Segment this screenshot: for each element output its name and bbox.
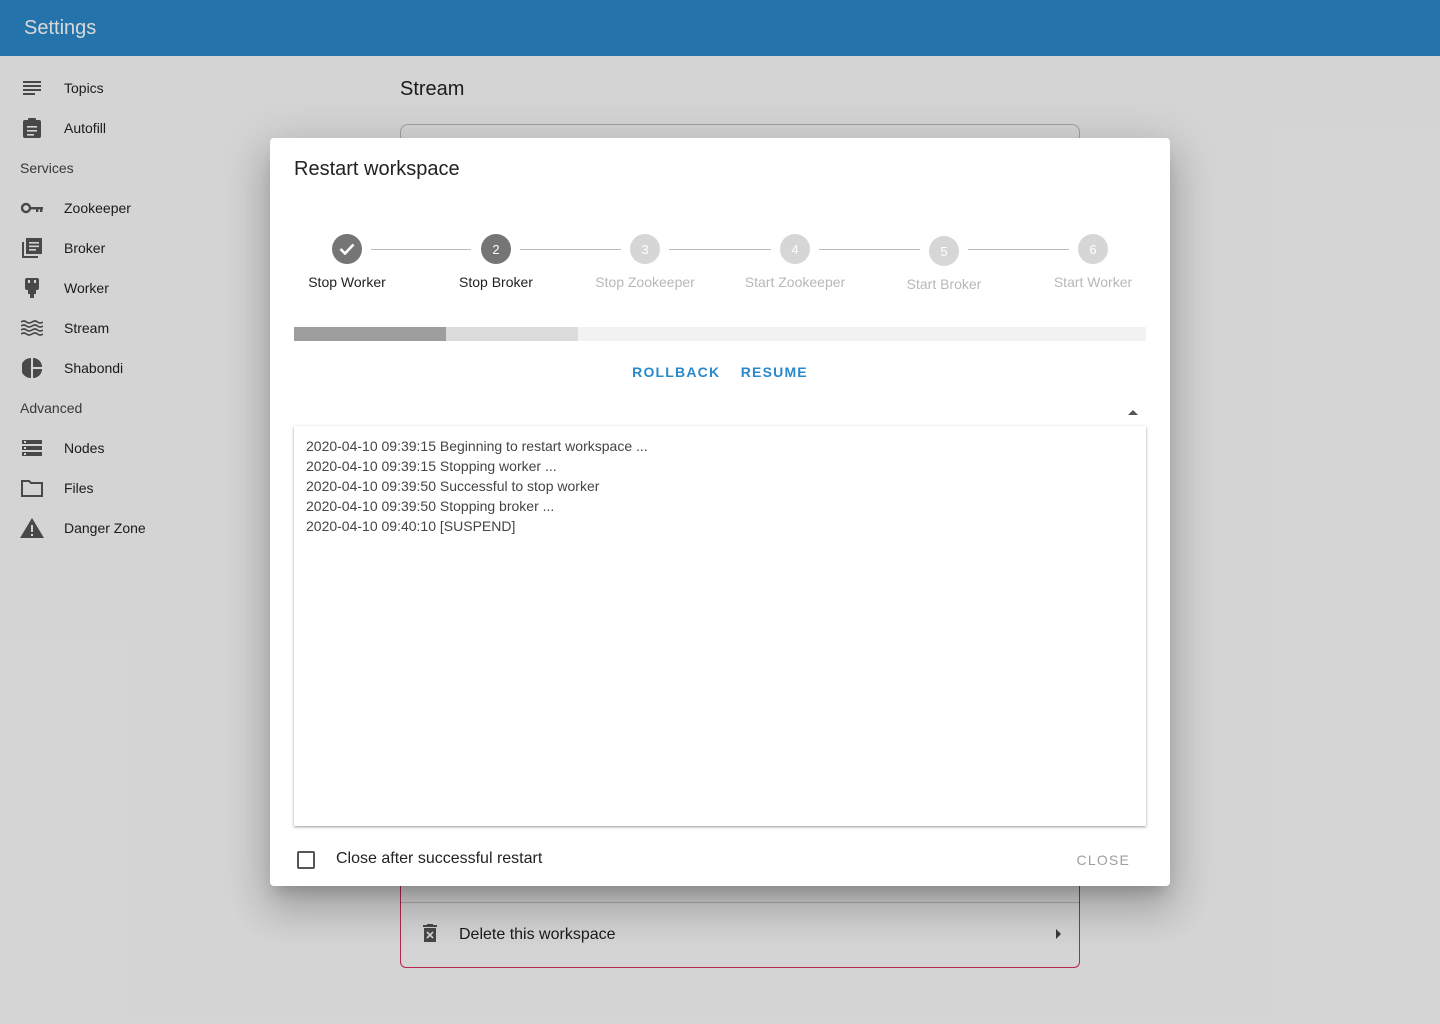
step-start-worker: 6 Start Worker: [1033, 234, 1153, 292]
log-line: 2020-04-10 09:40:10 [SUSPEND]: [306, 518, 516, 534]
log-panel: 2020-04-10 09:39:15 Beginning to restart…: [294, 426, 1146, 826]
step-number: 2: [481, 234, 511, 264]
check-icon: [332, 234, 362, 264]
step-label: Start Broker: [906, 276, 982, 292]
log-line: 2020-04-10 09:39:15 Beginning to restart…: [306, 438, 648, 454]
step-stop-worker: Stop Worker: [287, 234, 407, 292]
step-label: Stop Worker: [308, 274, 386, 290]
step-number: 6: [1078, 234, 1108, 264]
step-number: 3: [630, 234, 660, 264]
step-label: Stop Broker: [459, 274, 533, 290]
step-start-broker: 5 Start Broker: [884, 236, 1004, 294]
rollback-button[interactable]: ROLLBACK: [624, 362, 728, 382]
progress-bar: [294, 327, 1146, 341]
step-number: 4: [780, 234, 810, 264]
progress-fill: [294, 327, 446, 341]
step-stop-zookeeper: 3 Stop Zookeeper: [585, 234, 705, 292]
dialog-title: Restart workspace: [294, 158, 460, 180]
step-label: Start Worker: [1053, 274, 1133, 290]
log-line: 2020-04-10 09:39:50 Successful to stop w…: [306, 478, 600, 494]
collapse-log-icon[interactable]: [1128, 410, 1138, 415]
step-label: Start Zookeeper: [744, 274, 846, 290]
close-button[interactable]: CLOSE: [1077, 852, 1130, 868]
step-actions: ROLLBACK RESUME: [270, 362, 1170, 382]
restart-workspace-dialog: Restart workspace Stop Worker 2 Stop Bro…: [270, 138, 1170, 886]
step-label: Stop Zookeeper: [595, 274, 695, 290]
resume-button[interactable]: RESUME: [733, 362, 816, 382]
log-line: 2020-04-10 09:39:15 Stopping worker ...: [306, 458, 557, 474]
close-after-restart-label: Close after successful restart: [336, 850, 543, 867]
step-start-zookeeper: 4 Start Zookeeper: [735, 234, 855, 292]
close-after-restart-checkbox[interactable]: [297, 851, 315, 869]
log-line: 2020-04-10 09:39:50 Stopping broker ...: [306, 498, 555, 514]
step-number: 5: [929, 236, 959, 266]
stepper: Stop Worker 2 Stop Broker 3 Stop Zookeep…: [294, 234, 1146, 314]
step-stop-broker: 2 Stop Broker: [436, 234, 556, 292]
